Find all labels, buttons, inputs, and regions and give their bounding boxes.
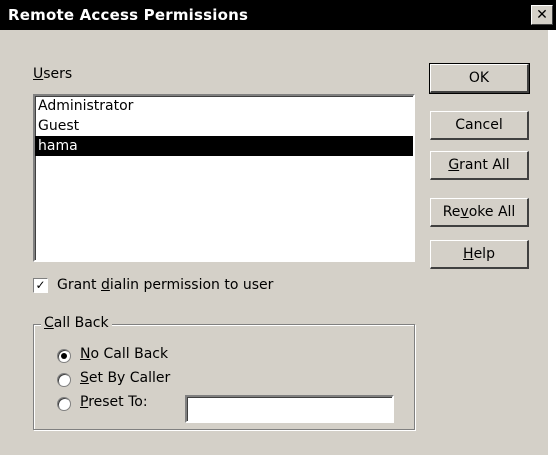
help-button[interactable]: Help: [430, 240, 529, 269]
remote-access-permissions-dialog: Remote Access Permissions ✕ Users Admini…: [0, 0, 556, 455]
close-button[interactable]: ✕: [531, 5, 553, 25]
no-call-back-label[interactable]: No Call Back: [80, 346, 168, 362]
revoke-all-button[interactable]: Revoke All: [430, 198, 529, 227]
users-listbox[interactable]: Administrator Guest hama: [33, 94, 415, 262]
grant-all-button[interactable]: Grant All: [430, 151, 529, 180]
ok-button[interactable]: OK: [429, 63, 530, 94]
dialog-title: Remote Access Permissions: [8, 6, 249, 24]
checkmark-icon: ✓: [35, 278, 46, 292]
cancel-button[interactable]: Cancel: [430, 111, 529, 140]
list-item-administrator[interactable]: Administrator: [35, 96, 413, 116]
no-call-back-radio[interactable]: [57, 349, 71, 363]
grant-dialin-label[interactable]: Grant dialin permission to user: [57, 277, 273, 293]
list-item-guest[interactable]: Guest: [35, 116, 413, 136]
radio-selected-dot: [61, 353, 67, 359]
grant-dialin-checkbox[interactable]: ✓: [33, 278, 48, 293]
preset-number-input[interactable]: [185, 395, 394, 423]
set-by-caller-label[interactable]: Set By Caller: [80, 370, 170, 386]
close-icon: ✕: [536, 7, 548, 23]
preset-to-radio[interactable]: [57, 397, 71, 411]
title-bar[interactable]: Remote Access Permissions ✕: [0, 0, 556, 30]
users-label: Users: [33, 66, 73, 82]
window-edge: [548, 30, 556, 455]
preset-to-label[interactable]: Preset To:: [80, 394, 148, 410]
call-back-group-label: Call Back: [41, 315, 112, 331]
set-by-caller-radio[interactable]: [57, 373, 71, 387]
list-item-hama[interactable]: hama: [35, 136, 413, 156]
